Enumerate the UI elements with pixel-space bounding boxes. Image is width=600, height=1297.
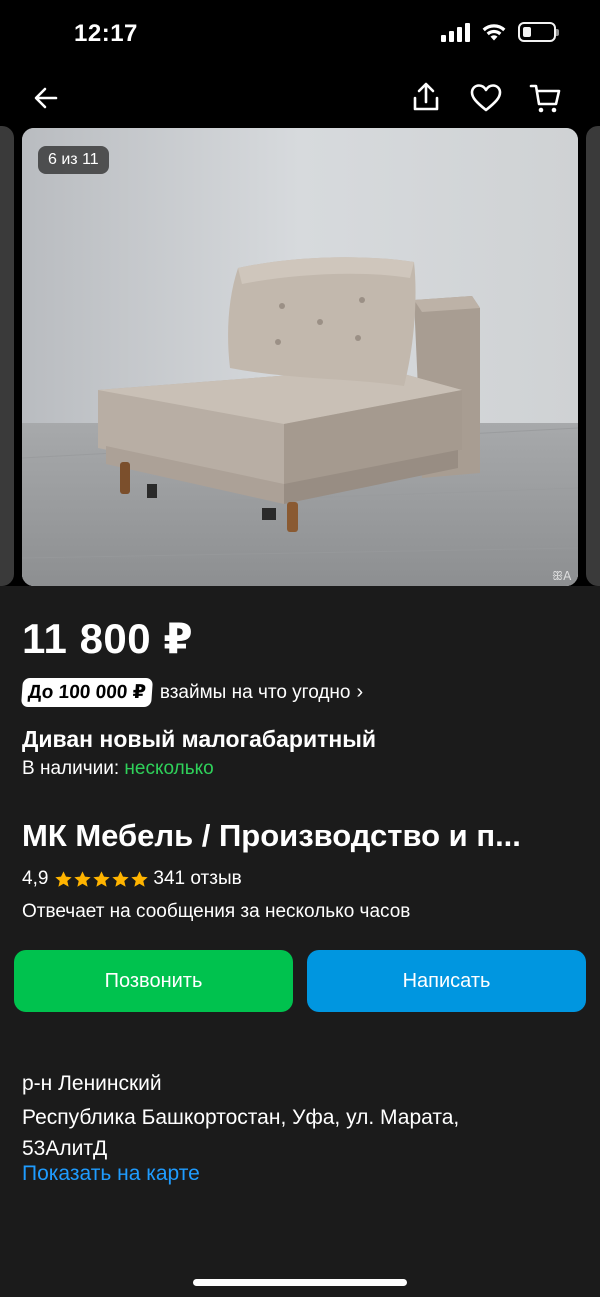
- rating-stars: [54, 870, 149, 889]
- photo-counter: 6 из 11: [38, 146, 109, 174]
- call-button[interactable]: Позвонить: [14, 950, 293, 1012]
- price: 11 800 ₽: [22, 615, 194, 662]
- status-time: 12:17: [74, 20, 138, 47]
- signal-icon: [441, 22, 470, 42]
- listing-page: 12:17 ꕥA 6 из 11 11 800 ₽ До 100 000 ₽ в…: [0, 0, 600, 1297]
- share-button[interactable]: [408, 80, 444, 116]
- sofa-photo-illustration: ꕥA: [22, 128, 578, 586]
- nav-actions: [408, 80, 564, 116]
- battery-icon: [518, 22, 559, 42]
- favorite-button[interactable]: [468, 80, 504, 116]
- star-icon: [112, 870, 130, 887]
- cart-icon: [529, 84, 561, 113]
- stock-value: несколько: [124, 758, 214, 779]
- home-indicator: [193, 1279, 407, 1286]
- rating-value: 4,9: [22, 868, 49, 889]
- stock-label: В наличии:: [22, 758, 120, 779]
- loan-offer-link[interactable]: До 100 000 ₽ взаймы на что угодно ›: [20, 678, 364, 707]
- seller-rating[interactable]: 4,9 341 отзыв: [22, 868, 242, 890]
- product-photo[interactable]: ꕥA 6 из 11: [22, 128, 578, 586]
- loan-text: взаймы на что угодно: [159, 681, 351, 703]
- address-line: Республика Башкортостан, Уфа, ул. Марата…: [22, 1106, 460, 1160]
- status-icons: [441, 22, 559, 42]
- message-button[interactable]: Написать: [307, 950, 586, 1012]
- loan-badge: До 100 000 ₽: [20, 678, 153, 707]
- heart-icon: [470, 84, 502, 112]
- show-on-map-link[interactable]: Показать на карте: [22, 1162, 200, 1186]
- star-icon: [93, 870, 111, 887]
- reviews-count: 341 отзыв: [153, 868, 242, 889]
- wifi-icon: [482, 24, 506, 41]
- previous-photo-peek[interactable]: [0, 126, 14, 586]
- address-district: р-н Ленинский: [22, 1072, 162, 1095]
- nav-bar: [0, 70, 600, 126]
- star-icon: [55, 870, 73, 887]
- arrow-left-icon: [34, 87, 58, 109]
- battery-level: [523, 27, 531, 37]
- next-photo-peek[interactable]: [586, 126, 600, 586]
- cart-button[interactable]: [528, 80, 564, 116]
- seller-name[interactable]: МК Мебель / Производство и п...: [22, 818, 578, 854]
- response-time: Отвечает на сообщения за несколько часов: [22, 901, 411, 922]
- stock-status: В наличии: несколько: [22, 758, 214, 780]
- photo-gallery[interactable]: ꕥA 6 из 11: [0, 126, 600, 586]
- share-icon: [413, 82, 439, 111]
- svg-text:ꕥA: ꕥA: [552, 569, 572, 583]
- star-icon: [74, 870, 92, 887]
- star-icon: [131, 870, 149, 887]
- chevron-right-icon: ›: [356, 681, 364, 703]
- status-bar: 12:17: [0, 0, 600, 70]
- listing-title: Диван новый малогабаритный: [22, 726, 377, 752]
- back-button[interactable]: [28, 80, 64, 116]
